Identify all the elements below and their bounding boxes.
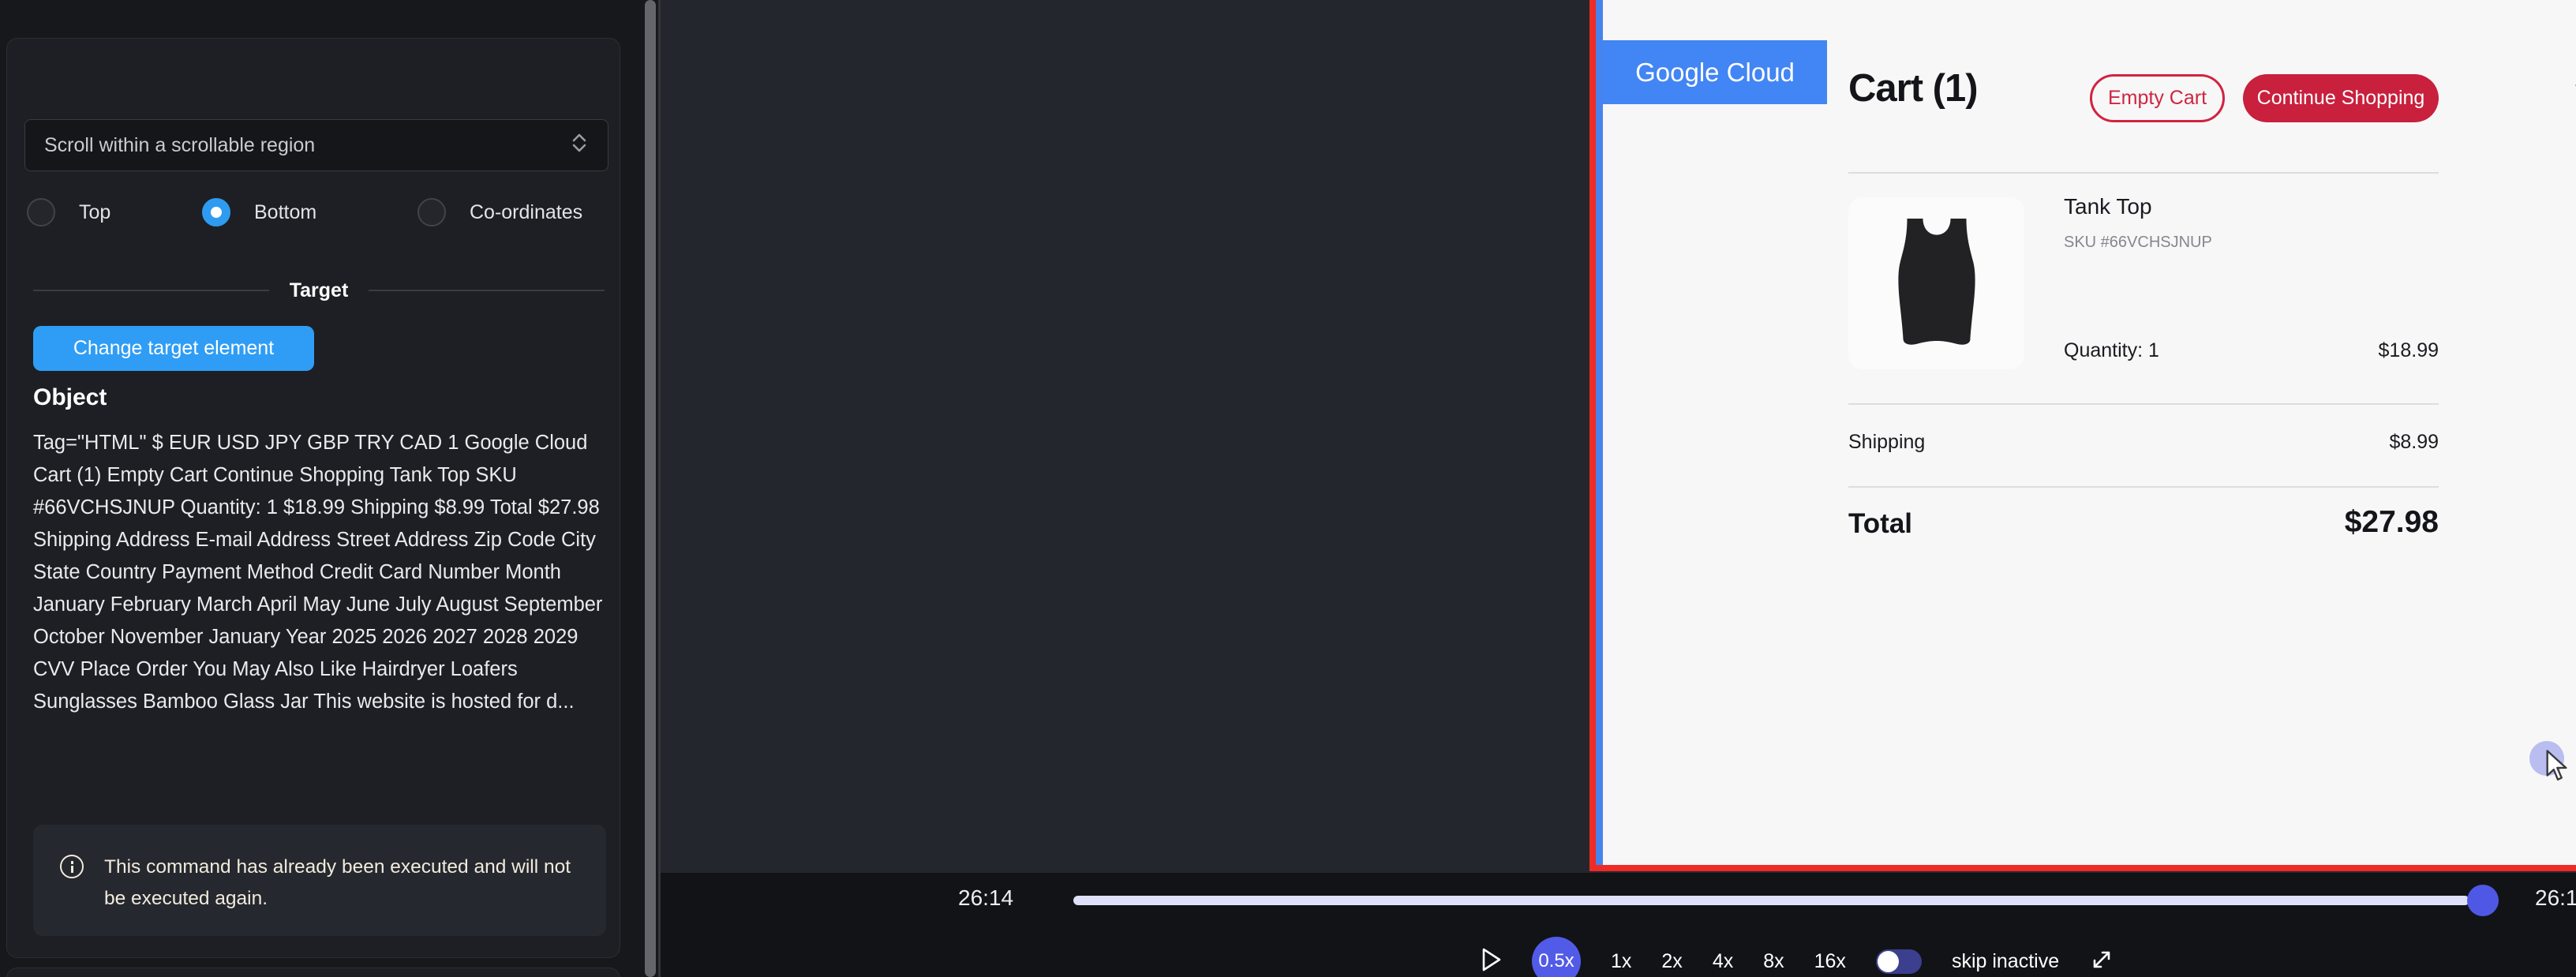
- target-section-title: Target: [290, 279, 349, 302]
- object-heading: Object: [33, 384, 107, 411]
- radio-coordinates[interactable]: Co-ordinates: [417, 197, 582, 228]
- speed-0-5x-button[interactable]: 0.5x: [1532, 937, 1581, 977]
- radio-top-circle[interactable]: [27, 198, 55, 226]
- radio-bottom-circle[interactable]: [202, 198, 230, 226]
- speed-2x-button[interactable]: 2x: [1661, 950, 1682, 973]
- app-root: Scroll within a scrollable region Top Bo…: [0, 0, 2576, 977]
- target-highlight-frame: Google Cloud Cart (1) Empty Cart Continu…: [1589, 0, 2576, 871]
- fullscreen-icon[interactable]: [2089, 947, 2114, 976]
- notice-banner: This command has already been executed a…: [33, 825, 606, 936]
- select-chevrons-icon: [570, 133, 589, 159]
- cart-divider: [1848, 486, 2439, 488]
- cursor-icon: [2544, 750, 2572, 785]
- notice-text: This command has already been executed a…: [104, 852, 579, 936]
- radio-bottom-label: Bottom: [254, 201, 316, 224]
- info-icon: [60, 855, 84, 878]
- sidebar-panel: Scroll within a scrollable region Top Bo…: [0, 0, 661, 977]
- play-icon[interactable]: [1481, 947, 1502, 976]
- skip-inactive-label: skip inactive: [1952, 950, 2059, 973]
- target-section-divider: Target: [33, 277, 605, 304]
- total-value: $27.98: [2345, 505, 2439, 540]
- radio-selected-dot: [211, 207, 222, 218]
- divider-line: [33, 290, 269, 291]
- seek-thumb[interactable]: [2467, 885, 2499, 916]
- radio-top-label: Top: [79, 201, 110, 224]
- continue-shopping-button[interactable]: Continue Shopping: [2243, 74, 2439, 122]
- store-page: Google Cloud Cart (1) Empty Cart Continu…: [1603, 0, 2576, 865]
- radio-top[interactable]: Top: [27, 197, 110, 228]
- cart-divider: [1848, 172, 2439, 174]
- radio-coordinates-label: Co-ordinates: [470, 201, 582, 224]
- command-select-value: Scroll within a scrollable region: [44, 134, 315, 157]
- command-card: Scroll within a scrollable region Top Bo…: [6, 38, 620, 958]
- skip-inactive-toggle[interactable]: [1876, 949, 1922, 974]
- current-time: 26:14: [958, 885, 1013, 911]
- end-time: 26:1: [2535, 885, 2576, 911]
- item-sku: SKU #66VCHSJNUP: [2064, 234, 2212, 252]
- command-select[interactable]: Scroll within a scrollable region: [24, 119, 608, 171]
- shipping-cost-value: $8.99: [2389, 431, 2439, 454]
- scroll-region-highlight: [1596, 0, 1603, 865]
- radio-bottom[interactable]: Bottom: [202, 197, 316, 228]
- brand-badge[interactable]: Google Cloud: [1603, 40, 1827, 104]
- cart-divider: [1848, 403, 2439, 405]
- product-image[interactable]: [1848, 197, 2024, 369]
- replay-player-bar: 26:14 26:1 0.5x 1x 2x 4x 8x 16x skip ina…: [661, 873, 2576, 977]
- total-label: Total: [1848, 508, 1912, 540]
- divider-line: [369, 290, 605, 291]
- item-name: Tank Top: [2064, 194, 2152, 219]
- item-quantity: Quantity: 1: [2064, 339, 2159, 362]
- tank-top-image: [1878, 208, 1996, 359]
- seek-bar[interactable]: [1073, 896, 2469, 905]
- object-description: Tag="HTML" $ EUR USD JPY GBP TRY CAD 1 G…: [33, 427, 606, 718]
- item-price: $18.99: [2379, 339, 2439, 362]
- next-command-card: [6, 968, 620, 977]
- speed-1x-button[interactable]: 1x: [1611, 950, 1631, 973]
- sidebar-scrollbar[interactable]: [645, 0, 656, 977]
- radio-coordinates-circle[interactable]: [417, 198, 446, 226]
- speed-8x-button[interactable]: 8x: [1763, 950, 1784, 973]
- speed-16x-button[interactable]: 16x: [1814, 950, 1846, 973]
- speed-4x-button[interactable]: 4x: [1713, 950, 1733, 973]
- player-controls: 0.5x 1x 2x 4x 8x 16x skip inactive: [1481, 936, 2114, 977]
- replay-stage: Google Cloud Cart (1) Empty Cart Continu…: [661, 0, 2576, 873]
- cart-heading: Cart (1): [1848, 66, 1978, 110]
- toggle-knob[interactable]: [1878, 951, 1899, 972]
- shipping-cost-label: Shipping: [1848, 431, 1925, 454]
- empty-cart-button[interactable]: Empty Cart: [2090, 74, 2225, 122]
- change-target-button[interactable]: Change target element: [33, 326, 314, 371]
